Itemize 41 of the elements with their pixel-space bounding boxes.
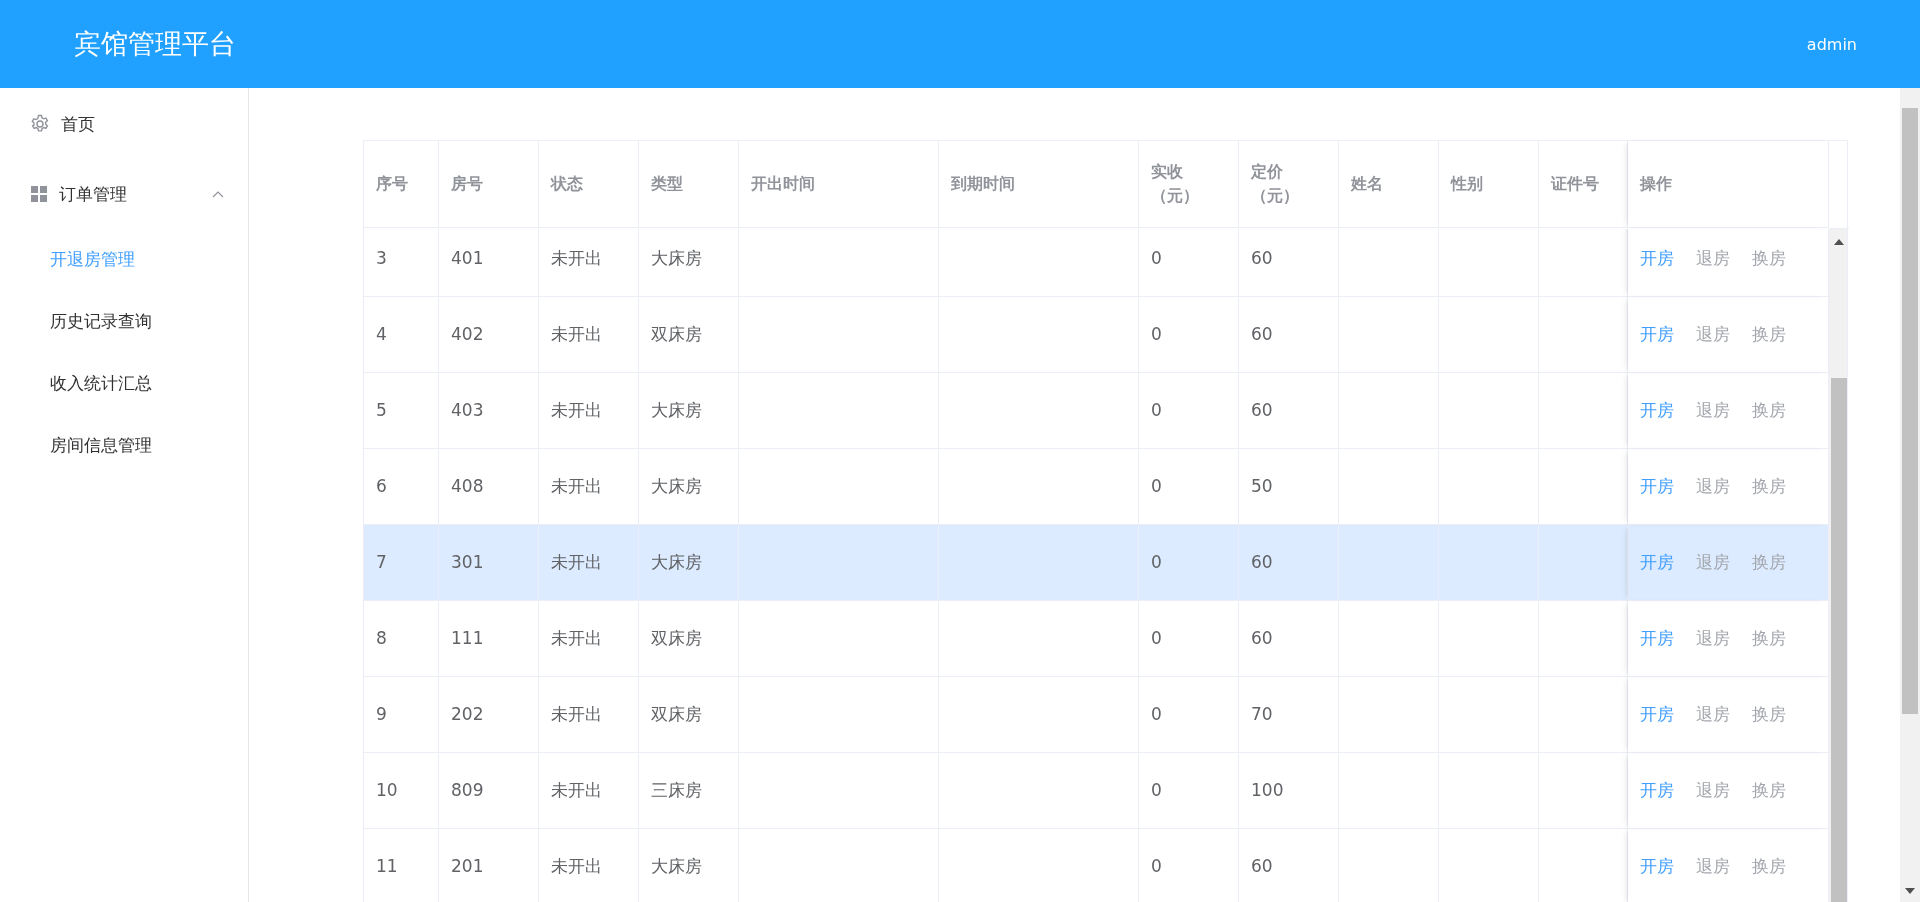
nav-subitem[interactable]: 房间信息管理 [50,433,152,457]
table-cell: 11 [364,829,439,902]
action-link[interactable]: 开房 [1640,473,1674,500]
scrollbar[interactable] [1902,108,1918,714]
nav-subitem[interactable]: 收入统计汇总 [50,371,152,395]
table-cell: 60 [1239,829,1339,902]
column-header: 证件号 [1539,141,1628,228]
action-link[interactable]: 开房 [1640,777,1674,804]
column-header: 房号 [439,141,539,228]
column-header: 开出时间 [739,141,939,228]
action-link[interactable]: 开房 [1640,321,1674,348]
app-title: 宾馆管理平台 [74,27,236,61]
nav-item[interactable]: 首页 [0,88,248,160]
action-link[interactable]: 开房 [1640,625,1674,652]
scroll-down-arrow-icon[interactable] [1905,888,1915,894]
grid-icon [30,185,48,203]
nav-subitem[interactable]: 开退房管理 [50,247,135,271]
column-header: 操作 [1628,141,1829,228]
scroll-up-arrow-icon[interactable] [1834,239,1844,245]
action-link[interactable]: 开房 [1640,853,1674,880]
scrollbar[interactable] [1831,378,1847,902]
column-header: 状态 [539,141,639,228]
table-cell: 0 [1139,829,1239,902]
nav-subitem[interactable]: 历史记录查询 [50,309,152,333]
action-link[interactable]: 开房 [1640,549,1674,576]
column-header: 到期时间 [939,141,1139,228]
column-header: 定价（元） [1239,141,1339,228]
column-header: 类型 [639,141,739,228]
table-cell: 201 [439,829,539,902]
table-cell: 大床房 [639,829,739,902]
nav-item[interactable]: 订单管理 [0,160,248,228]
column-header: 实收（元） [1139,141,1239,228]
gear-icon [30,114,50,134]
user-name[interactable]: admin [1806,34,1857,54]
action-link[interactable]: 开房 [1640,397,1674,424]
column-header: 序号 [364,141,439,228]
column-header: 性别 [1439,141,1539,228]
action-link[interactable]: 开房 [1640,245,1674,272]
action-link[interactable]: 开房 [1640,701,1674,728]
table-cell: 未开出 [539,829,639,902]
column-header: 姓名 [1339,141,1439,228]
